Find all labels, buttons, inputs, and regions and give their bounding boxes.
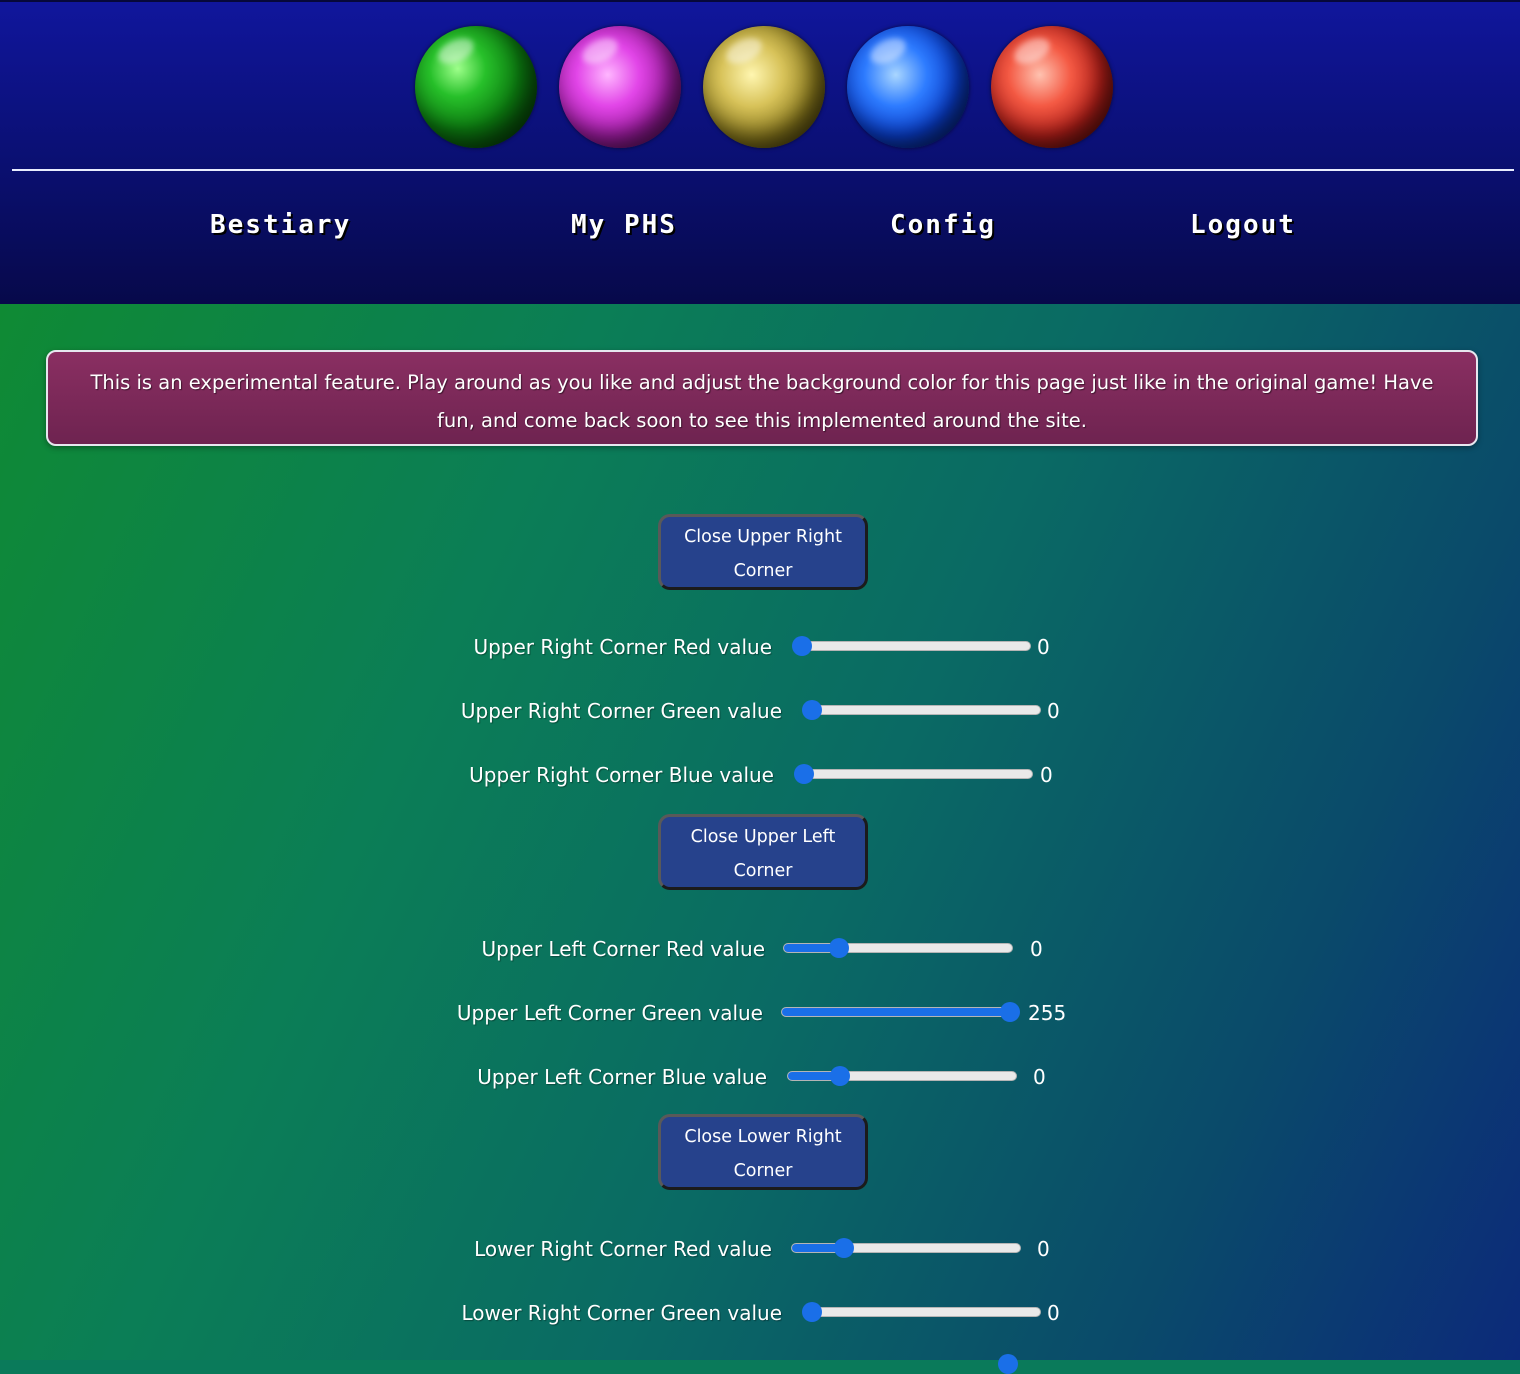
red-orb-icon	[991, 26, 1113, 148]
experimental-notice: This is an experimental feature. Play ar…	[46, 350, 1478, 446]
slider-thumb[interactable]	[802, 1302, 822, 1322]
slider-thumb[interactable]	[1000, 1002, 1020, 1022]
close-upper-left-button[interactable]: Close Upper Left Corner	[658, 814, 868, 890]
purple-orb-icon	[559, 26, 681, 148]
slider-thumb[interactable]	[830, 1066, 851, 1086]
lower-right-green-slider[interactable]	[802, 1302, 1041, 1322]
slider-thumb[interactable]	[834, 1238, 855, 1258]
slider-label: Upper Right Corner Blue value	[469, 763, 774, 787]
slider-value: 0	[1047, 1301, 1060, 1325]
upper-right-red-row: Upper Right Corner Red value 0	[0, 629, 1520, 665]
slider-value: 255	[1028, 1001, 1067, 1025]
main-nav: Bestiary My PHS Config Logout	[0, 210, 1520, 254]
slider-thumb[interactable]	[998, 1354, 1018, 1374]
nav-config[interactable]: Config	[890, 210, 996, 240]
slider-label: Lower Right Corner Green value	[461, 1301, 782, 1325]
upper-left-red-row: Upper Left Corner Red value 0	[0, 931, 1520, 967]
upper-right-green-row: Upper Right Corner Green value 0	[0, 693, 1520, 729]
nav-bestiary[interactable]: Bestiary	[210, 210, 351, 240]
close-upper-right-button[interactable]: Close Upper Right Corner	[658, 514, 868, 590]
slider-label: Lower Right Corner Red value	[474, 1237, 772, 1261]
upper-left-green-row: Upper Left Corner Green value 255	[0, 995, 1520, 1031]
upper-right-green-slider[interactable]	[802, 700, 1041, 720]
upper-right-blue-slider[interactable]	[794, 764, 1033, 784]
upper-right-blue-row: Upper Right Corner Blue value 0	[0, 757, 1520, 793]
slider-value: 0	[1040, 763, 1053, 787]
slider-value: 0	[1033, 1065, 1046, 1089]
close-lower-right-button[interactable]: Close Lower Right Corner	[658, 1114, 868, 1190]
slider-value: 0	[1037, 635, 1050, 659]
slider-value: 0	[1037, 1237, 1050, 1261]
slider-thumb[interactable]	[828, 938, 849, 958]
lower-right-green-row: Lower Right Corner Green value 0	[0, 1295, 1520, 1331]
blue-orb-icon	[847, 26, 969, 148]
header-divider	[12, 169, 1514, 171]
nav-logout[interactable]: Logout	[1190, 210, 1296, 240]
upper-left-red-slider[interactable]	[783, 938, 1013, 958]
slider-label: Upper Left Corner Green value	[456, 1001, 763, 1025]
site-header: Bestiary My PHS Config Logout	[0, 0, 1520, 304]
green-orb-icon	[415, 26, 537, 148]
lower-right-red-slider[interactable]	[791, 1238, 1021, 1258]
upper-right-red-slider[interactable]	[792, 636, 1031, 656]
yellow-orb-icon	[703, 26, 825, 148]
main-content: This is an experimental feature. Play ar…	[0, 304, 1520, 1374]
upper-left-blue-slider[interactable]	[787, 1066, 1017, 1086]
orb-row	[415, 26, 1115, 150]
upper-left-green-slider[interactable]	[781, 1002, 1020, 1022]
slider-thumb[interactable]	[792, 636, 812, 656]
slider-value: 0	[1030, 937, 1043, 961]
slider-thumb[interactable]	[794, 764, 814, 784]
slider-value: 0	[1047, 699, 1060, 723]
slider-label: Upper Left Corner Red value	[481, 937, 765, 961]
upper-left-blue-row: Upper Left Corner Blue value 0	[0, 1059, 1520, 1095]
slider-label: Upper Left Corner Blue value	[477, 1065, 767, 1089]
lower-right-red-row: Lower Right Corner Red value 0	[0, 1231, 1520, 1267]
slider-label: Upper Right Corner Green value	[460, 699, 782, 723]
slider-label: Upper Right Corner Red value	[473, 635, 772, 659]
slider-thumb[interactable]	[802, 700, 822, 720]
nav-my-phs[interactable]: My PHS	[571, 210, 677, 240]
